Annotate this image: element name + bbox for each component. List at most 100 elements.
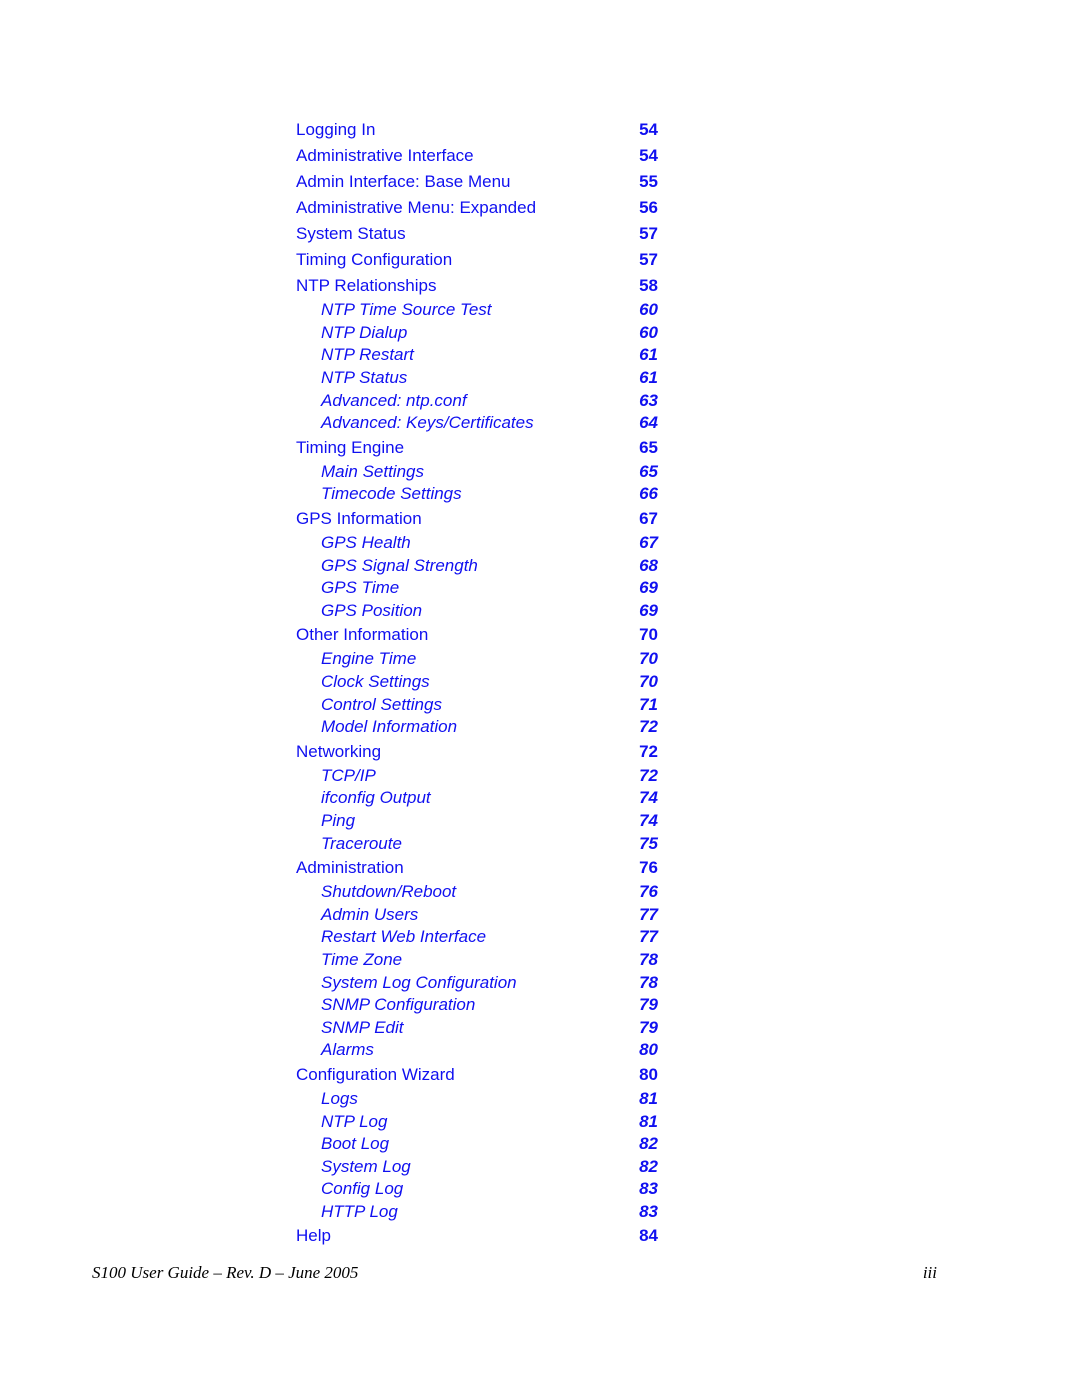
toc-entry-title[interactable]: Admin Users bbox=[296, 905, 418, 925]
toc-entry-page[interactable]: 84 bbox=[639, 1226, 658, 1246]
toc-entry-title[interactable]: Control Settings bbox=[296, 695, 442, 715]
toc-entry-page[interactable]: 74 bbox=[639, 811, 658, 831]
toc-entry[interactable]: Configuration Wizard 80 bbox=[296, 1062, 660, 1088]
toc-entry-page[interactable]: 65 bbox=[639, 462, 658, 482]
toc-entry-title[interactable]: GPS Health bbox=[296, 533, 411, 553]
toc-entry-page[interactable]: 79 bbox=[639, 995, 658, 1015]
toc-subentry[interactable]: Advanced: ntp.conf 63 bbox=[296, 389, 660, 412]
toc-entry-title[interactable]: Engine Time bbox=[296, 649, 416, 669]
toc-entry-title[interactable]: Networking bbox=[296, 742, 381, 762]
toc-entry-page[interactable]: 71 bbox=[639, 695, 658, 715]
toc-entry-page[interactable]: 82 bbox=[639, 1157, 658, 1177]
toc-entry[interactable]: Admin Interface: Base Menu 55 bbox=[296, 169, 660, 195]
toc-subentry[interactable]: System Log 82 bbox=[296, 1155, 660, 1178]
toc-entry-page[interactable]: 75 bbox=[639, 834, 658, 854]
toc-subentry[interactable]: Shutdown/Reboot 76 bbox=[296, 881, 660, 904]
toc-subentry[interactable]: Clock Settings 70 bbox=[296, 671, 660, 694]
toc-entry-title[interactable]: Logging In bbox=[296, 120, 375, 140]
toc-entry[interactable]: Timing Engine 65 bbox=[296, 435, 660, 461]
toc-entry-title[interactable]: Other Information bbox=[296, 625, 428, 645]
toc-subentry[interactable]: System Log Configuration 78 bbox=[296, 971, 660, 994]
toc-entry-title[interactable]: Ping bbox=[296, 811, 355, 831]
toc-entry-title[interactable]: Logs bbox=[296, 1089, 358, 1109]
toc-entry-page[interactable]: 63 bbox=[639, 391, 658, 411]
toc-entry-page[interactable]: 81 bbox=[639, 1112, 658, 1132]
toc-entry-page[interactable]: 57 bbox=[639, 250, 658, 270]
toc-entry-title[interactable]: Config Log bbox=[296, 1179, 403, 1199]
toc-entry-title[interactable]: NTP Log bbox=[296, 1112, 387, 1132]
toc-entry-title[interactable]: Administrative Menu: Expanded bbox=[296, 198, 536, 218]
toc-entry-title[interactable]: Timing Engine bbox=[296, 438, 404, 458]
toc-entry-page[interactable]: 55 bbox=[639, 172, 658, 192]
toc-subentry[interactable]: Ping 74 bbox=[296, 810, 660, 833]
toc-entry[interactable]: Networking 72 bbox=[296, 739, 660, 765]
toc-entry-page[interactable]: 76 bbox=[639, 882, 658, 902]
toc-subentry[interactable]: TCP/IP 72 bbox=[296, 765, 660, 788]
toc-entry[interactable]: NTP Relationships 58 bbox=[296, 273, 660, 299]
toc-entry-page[interactable]: 54 bbox=[639, 120, 658, 140]
toc-entry[interactable]: Logging In 54 bbox=[296, 117, 660, 143]
toc-entry-title[interactable]: Administrative Interface bbox=[296, 146, 474, 166]
toc-subentry[interactable]: Timecode Settings 66 bbox=[296, 483, 660, 506]
toc-subentry[interactable]: NTP Dialup 60 bbox=[296, 322, 660, 345]
toc-subentry[interactable]: Alarms 80 bbox=[296, 1039, 660, 1062]
toc-subentry[interactable]: HTTP Log 83 bbox=[296, 1201, 660, 1224]
toc-entry-page[interactable]: 83 bbox=[639, 1202, 658, 1222]
toc-subentry[interactable]: Config Log 83 bbox=[296, 1178, 660, 1201]
toc-subentry[interactable]: GPS Signal Strength 68 bbox=[296, 554, 660, 577]
toc-entry-title[interactable]: Timecode Settings bbox=[296, 484, 462, 504]
toc-subentry[interactable]: NTP Log 81 bbox=[296, 1110, 660, 1133]
toc-entry-title[interactable]: Administration bbox=[296, 858, 404, 878]
toc-entry-title[interactable]: Help bbox=[296, 1226, 331, 1246]
toc-entry-title[interactable]: Admin Interface: Base Menu bbox=[296, 172, 511, 192]
toc-entry-title[interactable]: TCP/IP bbox=[296, 766, 376, 786]
toc-subentry[interactable]: NTP Restart 61 bbox=[296, 344, 660, 367]
toc-subentry[interactable]: NTP Status 61 bbox=[296, 367, 660, 390]
toc-subentry[interactable]: SNMP Edit 79 bbox=[296, 1016, 660, 1039]
toc-entry-page[interactable]: 64 bbox=[639, 413, 658, 433]
toc-entry-title[interactable]: Clock Settings bbox=[296, 672, 430, 692]
toc-entry-title[interactable]: NTP Dialup bbox=[296, 323, 407, 343]
toc-entry-title[interactable]: HTTP Log bbox=[296, 1202, 398, 1222]
toc-entry-title[interactable]: Model Information bbox=[296, 717, 457, 737]
toc-entry-title[interactable]: GPS Signal Strength bbox=[296, 556, 478, 576]
toc-entry-page[interactable]: 57 bbox=[639, 224, 658, 244]
toc-entry-page[interactable]: 80 bbox=[639, 1065, 658, 1085]
toc-entry[interactable]: Timing Configuration 57 bbox=[296, 247, 660, 273]
toc-entry-page[interactable]: 58 bbox=[639, 276, 658, 296]
toc-entry[interactable]: Administrative Interface 54 bbox=[296, 143, 660, 169]
toc-subentry[interactable]: Model Information 72 bbox=[296, 716, 660, 739]
toc-entry-page[interactable]: 70 bbox=[639, 649, 658, 669]
toc-entry-title[interactable]: Traceroute bbox=[296, 834, 402, 854]
toc-entry-page[interactable]: 74 bbox=[639, 788, 658, 808]
toc-entry-page[interactable]: 65 bbox=[639, 438, 658, 458]
toc-subentry[interactable]: Restart Web Interface 77 bbox=[296, 926, 660, 949]
toc-entry-page[interactable]: 81 bbox=[639, 1089, 658, 1109]
toc-entry-title[interactable]: GPS Time bbox=[296, 578, 399, 598]
toc-entry-title[interactable]: SNMP Edit bbox=[296, 1018, 404, 1038]
toc-entry[interactable]: Administration 76 bbox=[296, 855, 660, 881]
toc-entry-page[interactable]: 80 bbox=[639, 1040, 658, 1060]
toc-subentry[interactable]: Control Settings 71 bbox=[296, 693, 660, 716]
toc-entry-title[interactable]: Alarms bbox=[296, 1040, 374, 1060]
toc-subentry[interactable]: Time Zone 78 bbox=[296, 949, 660, 972]
toc-entry-title[interactable]: Advanced: Keys/Certificates bbox=[296, 413, 534, 433]
toc-subentry[interactable]: Traceroute 75 bbox=[296, 832, 660, 855]
toc-entry-title[interactable]: System Log Configuration bbox=[296, 973, 517, 993]
toc-subentry[interactable]: ifconfig Output 74 bbox=[296, 787, 660, 810]
toc-entry-page[interactable]: 66 bbox=[639, 484, 658, 504]
toc-entry-page[interactable]: 67 bbox=[639, 509, 658, 529]
toc-entry-title[interactable]: Restart Web Interface bbox=[296, 927, 486, 947]
toc-entry-title[interactable]: Boot Log bbox=[296, 1134, 389, 1154]
toc-subentry[interactable]: GPS Health 67 bbox=[296, 532, 660, 555]
toc-entry-title[interactable]: SNMP Configuration bbox=[296, 995, 475, 1015]
toc-entry-page[interactable]: 77 bbox=[639, 927, 658, 947]
toc-subentry[interactable]: Admin Users 77 bbox=[296, 903, 660, 926]
toc-entry-page[interactable]: 78 bbox=[639, 973, 658, 993]
toc-entry-page[interactable]: 61 bbox=[639, 368, 658, 388]
toc-entry-page[interactable]: 56 bbox=[639, 198, 658, 218]
toc-entry-page[interactable]: 54 bbox=[639, 146, 658, 166]
toc-subentry[interactable]: Main Settings 65 bbox=[296, 461, 660, 484]
toc-entry-title[interactable]: Main Settings bbox=[296, 462, 424, 482]
toc-entry-title[interactable]: Time Zone bbox=[296, 950, 402, 970]
